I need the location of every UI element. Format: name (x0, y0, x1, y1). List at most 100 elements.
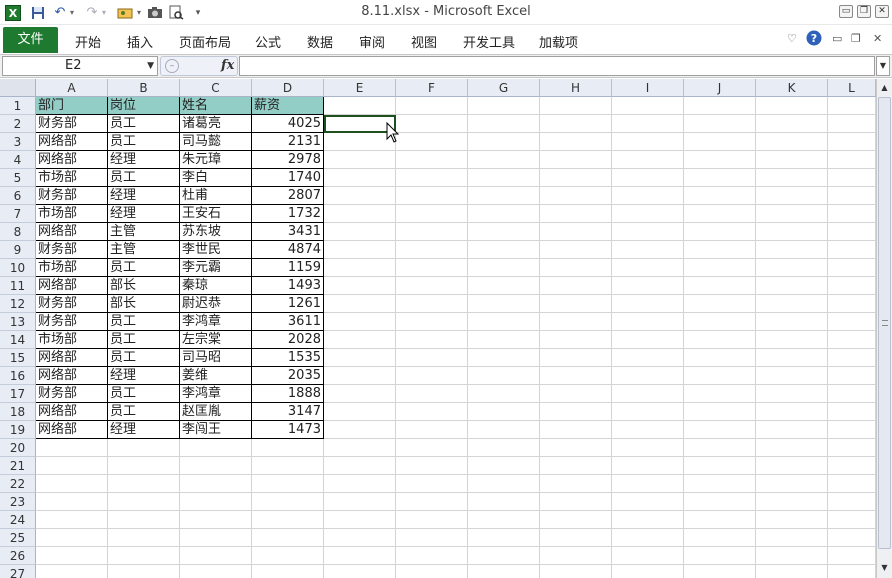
row-header-17[interactable]: 17 (0, 385, 36, 403)
cell-a26[interactable] (36, 547, 108, 565)
cell-j3[interactable] (684, 133, 756, 151)
cell-i11[interactable] (612, 277, 684, 295)
cell-i21[interactable] (612, 457, 684, 475)
cell-k15[interactable] (756, 349, 828, 367)
select-all-button[interactable] (0, 79, 36, 97)
cell-j5[interactable] (684, 169, 756, 187)
cell-g27[interactable] (468, 565, 540, 578)
cell-f26[interactable] (396, 547, 468, 565)
cell-e12[interactable] (324, 295, 396, 313)
column-header-b[interactable]: B (108, 79, 180, 97)
cell-a18[interactable]: 网络部 (36, 403, 108, 421)
cell-g21[interactable] (468, 457, 540, 475)
cell-a19[interactable]: 网络部 (36, 421, 108, 439)
cell-g22[interactable] (468, 475, 540, 493)
cell-h25[interactable] (540, 529, 612, 547)
cell-d1[interactable]: 薪资 (252, 97, 324, 115)
cell-a23[interactable] (36, 493, 108, 511)
cell-k8[interactable] (756, 223, 828, 241)
cell-l27[interactable] (828, 565, 876, 578)
cell-d15[interactable]: 1535 (252, 349, 324, 367)
cell-f8[interactable] (396, 223, 468, 241)
cell-f23[interactable] (396, 493, 468, 511)
cell-e16[interactable] (324, 367, 396, 385)
cell-h10[interactable] (540, 259, 612, 277)
cell-j17[interactable] (684, 385, 756, 403)
cell-j13[interactable] (684, 313, 756, 331)
cell-d11[interactable]: 1493 (252, 277, 324, 295)
cell-c9[interactable]: 李世民 (180, 241, 252, 259)
cell-g24[interactable] (468, 511, 540, 529)
cell-d25[interactable] (252, 529, 324, 547)
row-header-26[interactable]: 26 (0, 547, 36, 565)
cell-c27[interactable] (180, 565, 252, 578)
cell-e18[interactable] (324, 403, 396, 421)
cell-e15[interactable] (324, 349, 396, 367)
vertical-scrollbar[interactable]: ▲ ▼ (876, 79, 892, 578)
cell-e7[interactable] (324, 205, 396, 223)
row-header-1[interactable]: 1 (0, 97, 36, 115)
row-header-15[interactable]: 15 (0, 349, 36, 367)
cell-h5[interactable] (540, 169, 612, 187)
cell-i3[interactable] (612, 133, 684, 151)
row-header-2[interactable]: 2 (0, 115, 36, 133)
cell-k6[interactable] (756, 187, 828, 205)
cell-f5[interactable] (396, 169, 468, 187)
cell-a2[interactable]: 财务部 (36, 115, 108, 133)
cell-l6[interactable] (828, 187, 876, 205)
cell-k23[interactable] (756, 493, 828, 511)
cell-h7[interactable] (540, 205, 612, 223)
cell-j23[interactable] (684, 493, 756, 511)
cell-b26[interactable] (108, 547, 180, 565)
cell-g4[interactable] (468, 151, 540, 169)
column-header-g[interactable]: G (468, 79, 540, 97)
cell-h15[interactable] (540, 349, 612, 367)
cell-f14[interactable] (396, 331, 468, 349)
cell-b25[interactable] (108, 529, 180, 547)
cell-f7[interactable] (396, 205, 468, 223)
scrollbar-thumb[interactable] (878, 97, 891, 549)
tab-file[interactable]: 文件 (3, 27, 58, 53)
cell-i6[interactable] (612, 187, 684, 205)
cell-a27[interactable] (36, 565, 108, 578)
cell-d27[interactable] (252, 565, 324, 578)
cell-b4[interactable]: 经理 (108, 151, 180, 169)
cell-b6[interactable]: 经理 (108, 187, 180, 205)
cell-f24[interactable] (396, 511, 468, 529)
cell-i2[interactable] (612, 115, 684, 133)
cell-g11[interactable] (468, 277, 540, 295)
cell-c23[interactable] (180, 493, 252, 511)
cell-b16[interactable]: 经理 (108, 367, 180, 385)
cell-k27[interactable] (756, 565, 828, 578)
cell-h17[interactable] (540, 385, 612, 403)
row-header-23[interactable]: 23 (0, 493, 36, 511)
tab-data[interactable]: 数据 (307, 32, 333, 51)
cell-i15[interactable] (612, 349, 684, 367)
row-header-18[interactable]: 18 (0, 403, 36, 421)
cell-a22[interactable] (36, 475, 108, 493)
cell-a7[interactable]: 市场部 (36, 205, 108, 223)
cell-j12[interactable] (684, 295, 756, 313)
cell-f1[interactable] (396, 97, 468, 115)
cell-g12[interactable] (468, 295, 540, 313)
cell-j21[interactable] (684, 457, 756, 475)
row-header-6[interactable]: 6 (0, 187, 36, 205)
cell-a5[interactable]: 市场部 (36, 169, 108, 187)
cell-h4[interactable] (540, 151, 612, 169)
column-header-c[interactable]: C (180, 79, 252, 97)
cell-i10[interactable] (612, 259, 684, 277)
name-box[interactable]: E2 ▼ (2, 56, 158, 76)
cell-b10[interactable]: 员工 (108, 259, 180, 277)
cell-k22[interactable] (756, 475, 828, 493)
cell-a6[interactable]: 财务部 (36, 187, 108, 205)
cell-e25[interactable] (324, 529, 396, 547)
column-header-e[interactable]: E (324, 79, 396, 97)
cell-d10[interactable]: 1159 (252, 259, 324, 277)
cell-i26[interactable] (612, 547, 684, 565)
tab-home[interactable]: 开始 (75, 32, 101, 51)
cell-k9[interactable] (756, 241, 828, 259)
cell-c7[interactable]: 王安石 (180, 205, 252, 223)
cell-c16[interactable]: 姜维 (180, 367, 252, 385)
cell-g19[interactable] (468, 421, 540, 439)
cell-i5[interactable] (612, 169, 684, 187)
